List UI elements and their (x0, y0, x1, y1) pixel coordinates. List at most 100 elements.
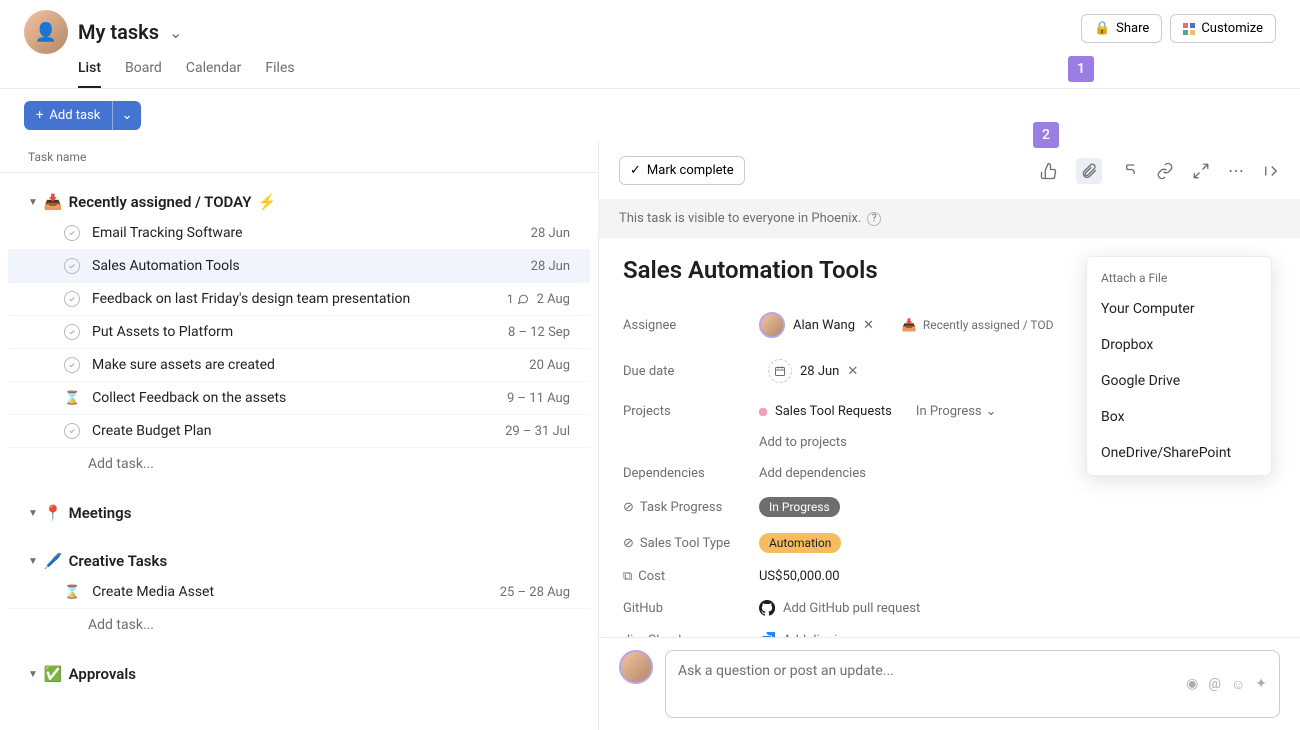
check-circle-icon[interactable] (64, 324, 80, 340)
header-left: 👤 My tasks ⌄ List Board Calendar Files (24, 10, 1081, 88)
popup-item-dropbox[interactable]: Dropbox (1087, 327, 1271, 363)
value-due[interactable]: 28 Jun ✕ (759, 354, 867, 388)
label-cost: ⧉ Cost (623, 569, 759, 584)
task-detail-pane: ✓ Mark complete ⋯ This task is visible t… (598, 142, 1300, 730)
task-date: 28 Jun (531, 259, 570, 274)
task-list-pane: Task name ▼ 📥 Recently assigned / TODAY … (0, 142, 598, 730)
section-meetings: ▼ 📍 Meetings (0, 484, 598, 532)
task-row[interactable]: Sales Automation Tools28 Jun (8, 250, 590, 283)
task-row[interactable]: ⌛Collect Feedback on the assets9 – 11 Au… (8, 382, 590, 415)
section-title: Meetings (69, 504, 132, 522)
info-icon[interactable]: ? (867, 212, 881, 226)
section-ref[interactable]: 📥 Recently assigned / TOD (902, 318, 1054, 332)
popup-item-box[interactable]: Box (1087, 399, 1271, 435)
comment-composer: Ask a question or post an update... ◉ @ … (599, 637, 1300, 730)
task-row[interactable]: Feedback on last Friday's design team pr… (8, 283, 590, 316)
more-icon[interactable]: ⋯ (1228, 161, 1244, 180)
attachment-icon[interactable] (1076, 158, 1102, 184)
tool-type-pill: Automation (759, 533, 841, 553)
section-header[interactable]: ▼ 📍 Meetings (8, 498, 590, 528)
task-row[interactable]: Create Budget Plan29 – 31 Jul (8, 415, 590, 448)
add-task-inline[interactable]: Add task... (8, 609, 590, 641)
link-icon[interactable] (1156, 162, 1174, 180)
section-icon: ✅ (44, 665, 63, 683)
section-approvals: ▼ ✅ Approvals (0, 645, 598, 693)
label-progress: ⊘ Task Progress (623, 500, 759, 515)
share-button[interactable]: 🔒 Share (1081, 14, 1162, 43)
value-progress[interactable]: In Progress (759, 497, 840, 517)
field-tool-type: ⊘ Sales Tool Type Automation (623, 525, 1276, 561)
github-text: Add GitHub pull request (783, 601, 920, 616)
comment-count: 1 (507, 292, 529, 306)
check-circle-icon[interactable] (64, 357, 80, 373)
title-chevron-icon[interactable]: ⌄ (169, 23, 182, 42)
comment-input[interactable]: Ask a question or post an update... ◉ @ … (665, 650, 1280, 718)
task-name: Create Media Asset (92, 584, 500, 600)
emoji-icon[interactable]: ☺ (1231, 676, 1245, 693)
page-title: My tasks (78, 20, 159, 44)
mention-icon[interactable]: @ (1208, 676, 1221, 692)
star-icon[interactable]: ✦ (1255, 676, 1267, 692)
clear-assignee-icon[interactable]: ✕ (863, 318, 874, 333)
task-row[interactable]: Make sure assets are created20 Aug (8, 349, 590, 382)
tab-list[interactable]: List (78, 60, 101, 88)
task-name: Feedback on last Friday's design team pr… (92, 291, 499, 307)
mark-complete-button[interactable]: ✓ Mark complete (619, 156, 745, 185)
customize-button[interactable]: Customize (1170, 14, 1276, 43)
add-task-button[interactable]: + Add task (24, 101, 112, 130)
tab-board[interactable]: Board (125, 60, 162, 88)
record-icon[interactable]: ◉ (1186, 676, 1198, 692)
project-color-dot (759, 408, 767, 416)
tab-files[interactable]: Files (265, 60, 294, 88)
section-header[interactable]: ▼ ✅ Approvals (8, 659, 590, 689)
status-icon: ⊘ (623, 536, 634, 551)
expand-icon[interactable] (1192, 162, 1210, 180)
mark-complete-label: Mark complete (647, 163, 734, 178)
section-icon: 📥 (44, 193, 63, 211)
assignee-avatar (759, 312, 785, 338)
add-github[interactable]: Add GitHub pull request (759, 600, 920, 616)
like-icon[interactable] (1040, 162, 1058, 180)
popup-item-computer[interactable]: Your Computer (1087, 291, 1271, 327)
task-row[interactable]: Put Assets to Platform8 – 12 Sep (8, 316, 590, 349)
label-github: GitHub (623, 601, 759, 616)
value-assignee[interactable]: Alan Wang ✕ (759, 312, 874, 338)
check-circle-icon[interactable] (64, 423, 80, 439)
project-name: Sales Tool Requests (775, 404, 892, 419)
task-row[interactable]: ⌛Create Media Asset25 – 28 Aug (8, 576, 590, 609)
task-name: Sales Automation Tools (92, 258, 531, 274)
popup-item-onedrive[interactable]: OneDrive/SharePoint (1087, 435, 1271, 471)
add-task-dropdown[interactable]: ⌄ (112, 101, 140, 130)
due-date-text: 28 Jun (800, 364, 839, 379)
value-projects[interactable]: Sales Tool Requests In Progress ⌄ (759, 404, 997, 419)
user-avatar[interactable]: 👤 (24, 10, 68, 54)
check-circle-icon[interactable] (64, 291, 80, 307)
comment-icons: ◉ @ ☺ ✦ (1186, 663, 1267, 705)
value-cost[interactable]: US$50,000.00 (759, 569, 840, 584)
section-header[interactable]: ▼ 📥 Recently assigned / TODAY ⚡ (8, 187, 590, 217)
check-circle-icon[interactable] (64, 225, 80, 241)
task-row[interactable]: Email Tracking Software28 Jun (8, 217, 590, 250)
subtask-icon[interactable] (1120, 162, 1138, 180)
tab-calendar[interactable]: Calendar (186, 60, 242, 88)
callout-2: 2 (1033, 122, 1059, 148)
check-circle-icon[interactable] (64, 258, 80, 274)
popup-item-gdrive[interactable]: Google Drive (1087, 363, 1271, 399)
clear-due-icon[interactable]: ✕ (847, 364, 858, 379)
collapse-icon: ▼ (28, 197, 38, 208)
add-to-projects[interactable]: Add to projects (759, 435, 847, 450)
project-status-select[interactable]: In Progress ⌄ (916, 404, 997, 419)
add-task-inline[interactable]: Add task... (8, 448, 590, 480)
task-name: Put Assets to Platform (92, 324, 508, 340)
add-dependencies[interactable]: Add dependencies (759, 466, 866, 481)
customize-label: Customize (1201, 21, 1263, 36)
callout-1: 1 (1068, 56, 1094, 82)
section-header[interactable]: ▼ 🖊️ Creative Tasks (8, 546, 590, 576)
close-panel-icon[interactable] (1262, 162, 1280, 180)
section-trail-icon: ⚡ (257, 193, 276, 211)
body: Task name ▼ 📥 Recently assigned / TODAY … (0, 142, 1300, 730)
calendar-icon (768, 359, 792, 383)
label-deps: Dependencies (623, 466, 759, 481)
task-date: 28 Jun (531, 226, 570, 241)
value-tool-type[interactable]: Automation (759, 533, 841, 553)
